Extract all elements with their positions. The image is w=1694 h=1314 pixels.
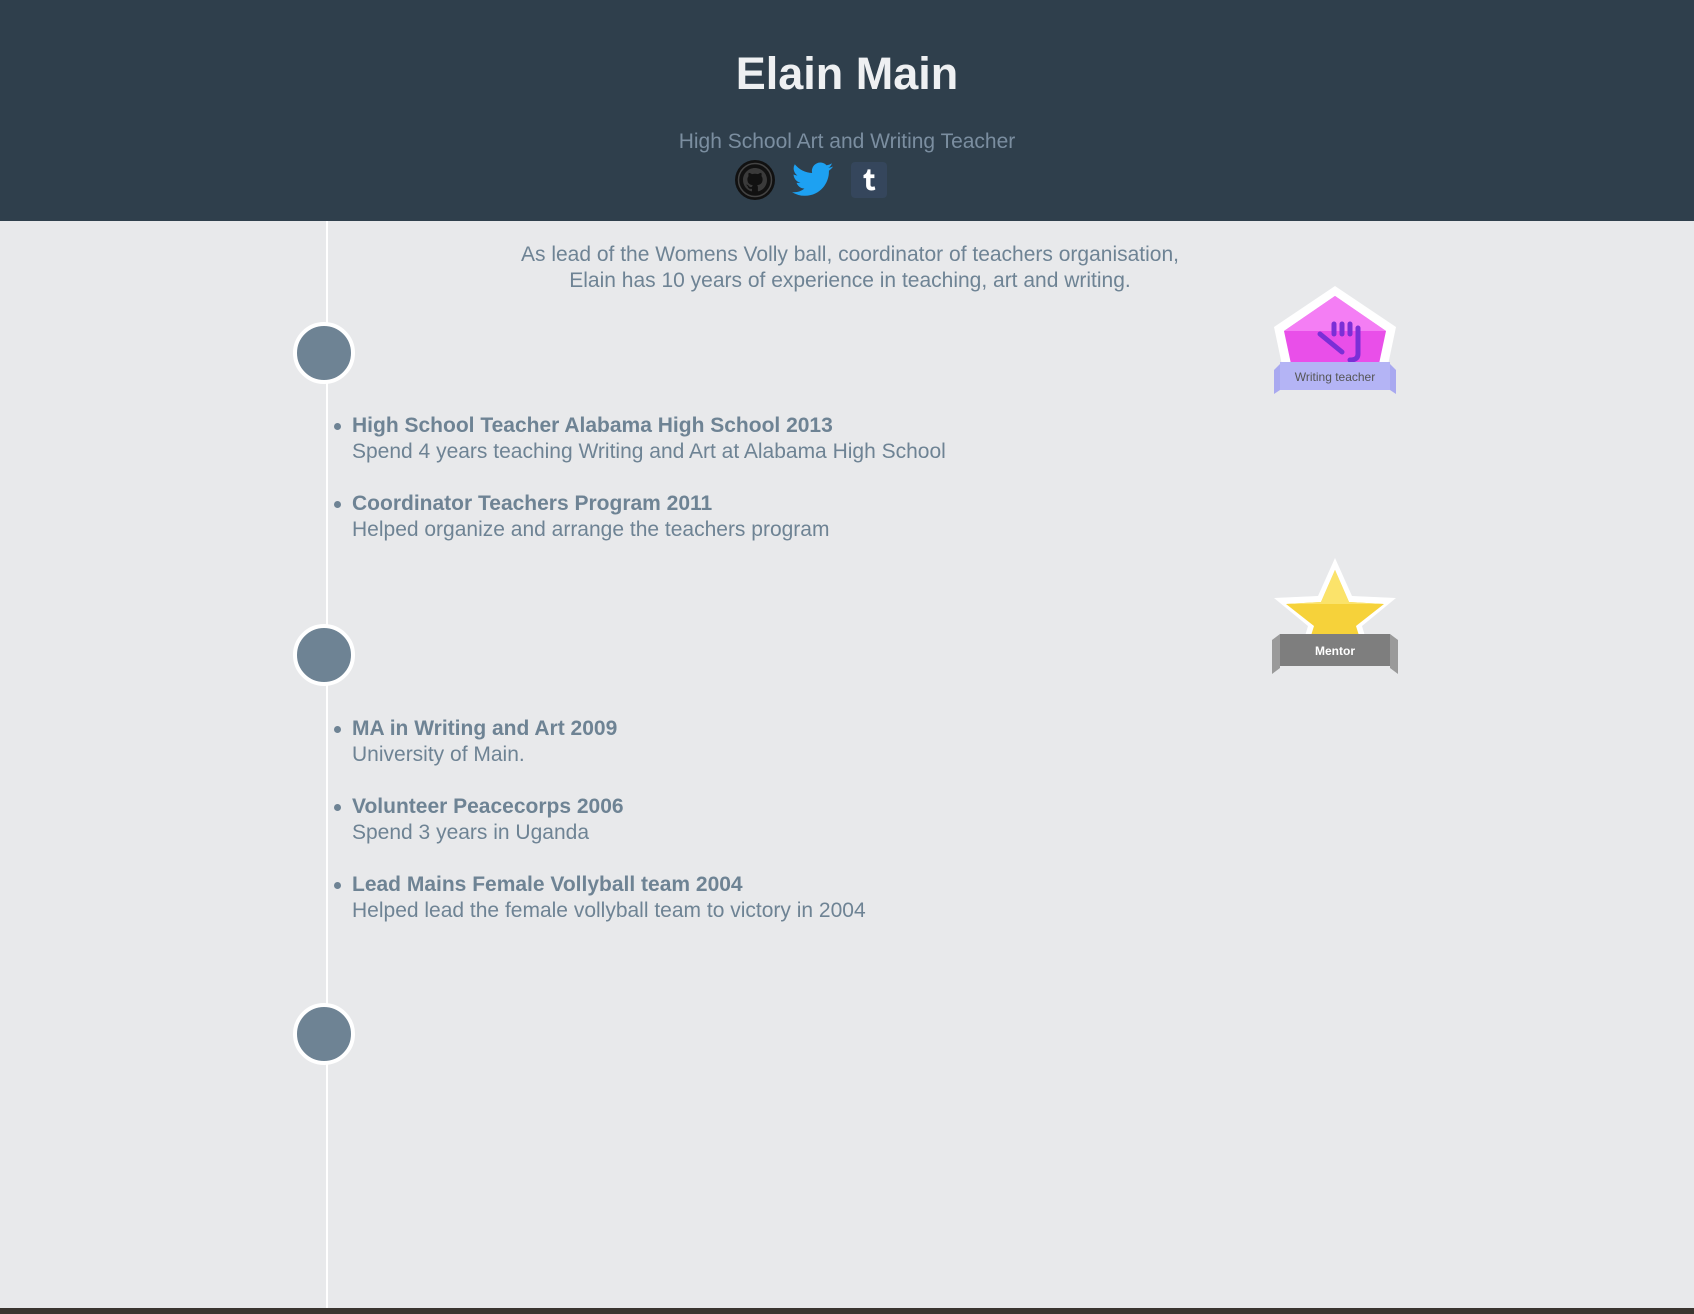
event-description: Spend 3 years in Uganda (352, 821, 589, 844)
timeline-marker (293, 1003, 355, 1065)
event-description: Helped organize and arrange the teachers… (352, 518, 830, 541)
timeline-event: Volunteer Peacecorps 2006 Spend 3 years … (334, 794, 866, 846)
event-title: MA in Writing and Art 2009 (352, 717, 618, 740)
timeline-event-list: MA in Writing and Art 2009 University of… (332, 716, 866, 950)
timeline-event: MA in Writing and Art 2009 University of… (334, 716, 866, 768)
timeline-line (326, 221, 328, 1308)
event-title: Volunteer Peacecorps 2006 (352, 795, 624, 818)
badge-mentor: Mentor (1270, 556, 1400, 682)
timeline-marker (293, 624, 355, 686)
github-icon (735, 159, 775, 200)
event-description: Spend 4 years teaching Writing and Art a… (352, 440, 946, 463)
github-link[interactable] (734, 159, 776, 206)
event-title: Lead Mains Female Vollyball team 2004 (352, 873, 743, 896)
twitter-link[interactable] (792, 162, 834, 203)
timeline-event: High School Teacher Alabama High School … (334, 413, 946, 465)
social-links (734, 159, 888, 206)
timeline-event: Lead Mains Female Vollyball team 2004 He… (334, 872, 866, 924)
tumblr-link[interactable] (850, 161, 888, 204)
bottom-edge (0, 1308, 1694, 1314)
intro-text: As lead of the Womens Volly ball, coordi… (0, 242, 1694, 294)
profile-header: Elain Main High School Art and Writing T… (0, 0, 1694, 221)
event-title: Coordinator Teachers Program 2011 (352, 492, 713, 515)
timeline-event: Coordinator Teachers Program 2011 Helped… (334, 491, 946, 543)
event-description: University of Main. (352, 743, 525, 766)
page: Elain Main High School Art and Writing T… (0, 0, 1694, 1314)
tumblr-icon (851, 161, 887, 198)
intro-line-1: As lead of the Womens Volly ball, coordi… (521, 243, 1179, 266)
profile-subtitle: High School Art and Writing Teacher (678, 130, 1016, 153)
intro-line-2: Elain has 10 years of experience in teac… (569, 269, 1131, 292)
profile-name: Elain Main (735, 48, 959, 99)
badge-label: Writing teacher (1295, 370, 1375, 384)
timeline-marker (293, 322, 355, 384)
badge-label: Mentor (1315, 644, 1355, 658)
twitter-icon (792, 162, 834, 196)
badge-writing-teacher: Writing teacher (1270, 282, 1400, 408)
event-title: High School Teacher Alabama High School … (352, 414, 833, 437)
event-description: Helped lead the female vollyball team to… (352, 899, 866, 922)
timeline-event-list: High School Teacher Alabama High School … (332, 413, 946, 569)
